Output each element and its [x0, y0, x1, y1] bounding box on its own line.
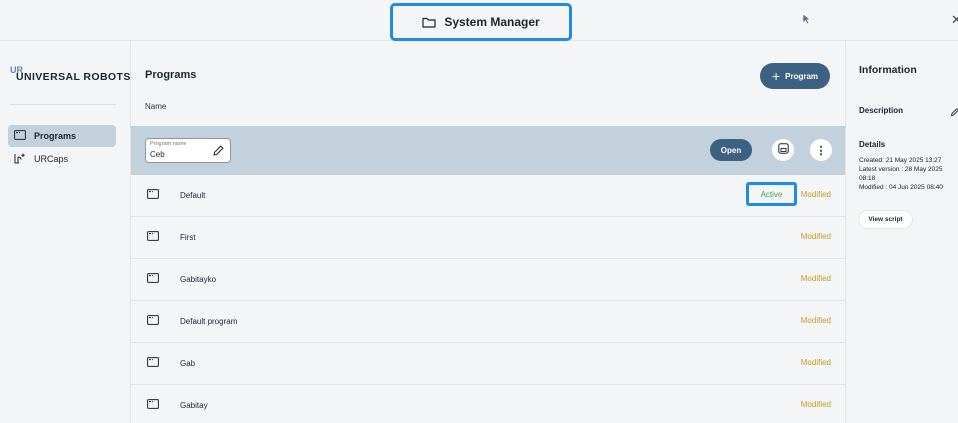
created-date: Created: 21 May 2025 13:27 [859, 157, 942, 164]
folder-icon [422, 17, 436, 28]
sidebar-item-urcaps[interactable]: URCaps [8, 148, 116, 170]
information-panel: Information Description Details Created:… [845, 41, 958, 423]
more-options-button[interactable]: ⋮ [810, 139, 832, 161]
window-title: System Manager [390, 3, 572, 41]
program-icon [147, 228, 159, 246]
table-row[interactable]: First Modified [131, 217, 845, 259]
program-name-value: Ceb [150, 150, 165, 159]
view-script-button[interactable]: View script [859, 211, 912, 228]
table-row[interactable]: Gabitayko Modified [131, 259, 845, 301]
program-icon [147, 396, 159, 414]
program-name: First [180, 233, 196, 242]
information-title: Information [859, 64, 917, 76]
program-icon [147, 186, 159, 204]
table-row[interactable]: Gabitay Modified [131, 385, 845, 423]
plus-icon: + [771, 68, 781, 84]
program-icon [147, 270, 159, 288]
program-name: Gabitay [180, 401, 208, 410]
program-name: Default program [180, 317, 238, 326]
sidebar: UR UNIVERSAL ROBOTS Programs URCaps [0, 41, 131, 423]
program-name: Gab [180, 359, 196, 368]
more-vertical-icon: ⋮ [815, 144, 827, 157]
edit-description-icon[interactable] [950, 104, 958, 122]
save-icon [777, 141, 789, 159]
sidebar-item-programs[interactable]: Programs [8, 125, 116, 147]
table-row[interactable]: Default Active Modified [131, 175, 845, 217]
modified-date: Modified : 04 Jun 2025 08:40 [859, 184, 943, 191]
program-name-field[interactable]: Program name Ceb [145, 138, 231, 163]
pencil-icon[interactable] [212, 144, 225, 162]
program-name: Gabitayko [180, 275, 217, 284]
column-header-name: Name [145, 102, 167, 111]
modified-status: Modified [800, 232, 831, 241]
page-title: Programs [145, 69, 197, 81]
modified-status: Modified [800, 190, 831, 199]
program-icon [14, 130, 26, 142]
urcaps-icon [14, 153, 26, 166]
programs-panel: Programs + Program Name Program name Ceb… [131, 41, 845, 423]
latest-version: Latest version : 28 May 2025 [859, 166, 943, 173]
program-icon [147, 312, 159, 330]
add-program-button[interactable]: + Program [760, 63, 830, 89]
modified-status: Modified [800, 400, 831, 409]
description-label: Description [859, 106, 904, 115]
open-button[interactable]: Open [710, 139, 752, 161]
add-program-label: Program [785, 71, 819, 81]
save-button[interactable] [772, 139, 794, 161]
selected-program-row[interactable]: Program name Ceb Open ⋮ [131, 126, 845, 175]
details-label: Details [859, 140, 886, 149]
window-title-text: System Manager [444, 15, 540, 29]
brand-name: UNIVERSAL ROBOTS [16, 71, 131, 83]
program-name-placeholder: Program name [150, 141, 187, 147]
close-icon[interactable]: ✕ [951, 12, 958, 28]
table-row[interactable]: Default program Modified [131, 301, 845, 343]
program-name: Default [180, 191, 206, 200]
sidebar-item-label: URCaps [34, 154, 69, 164]
latest-version-time: 08:18 [859, 175, 876, 182]
modified-status: Modified [800, 358, 831, 367]
modified-status: Modified [800, 316, 831, 325]
top-bar: System Manager ✕ [0, 0, 958, 41]
mouse-pointer-icon [802, 12, 811, 30]
active-status-badge: Active [746, 182, 797, 206]
table-row[interactable]: Gab Modified [131, 343, 845, 385]
divider [10, 104, 116, 105]
sidebar-item-label: Programs [34, 131, 77, 141]
modified-status: Modified [800, 274, 831, 283]
program-icon [147, 354, 159, 372]
